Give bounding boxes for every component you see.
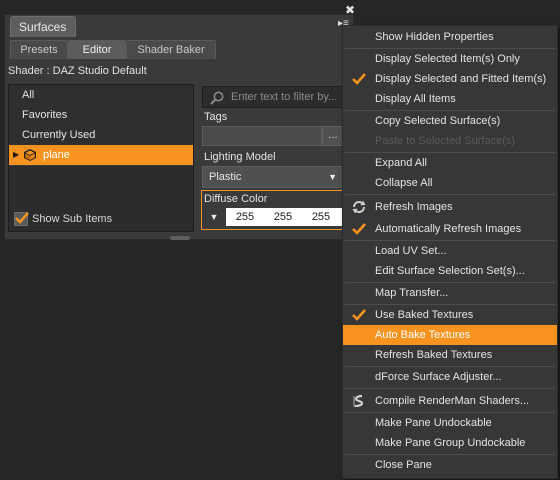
shader-label: Shader : DAZ Studio Default — [8, 65, 147, 77]
menu-item-refresh-baked-textures[interactable]: Refresh Baked Textures — [343, 345, 557, 365]
list-item-favorites[interactable]: Favorites — [9, 105, 193, 126]
menu-item-paste-surfaces: Paste to Selected Surface(s) — [375, 135, 516, 147]
menu-item-refresh-images[interactable]: Refresh Images — [343, 197, 557, 217]
tags-field[interactable] — [202, 126, 322, 146]
menu-item-dforce-surface-adjuster[interactable]: dForce Surface Adjuster... — [343, 367, 557, 387]
menu-item-display-all[interactable]: Display All Items — [343, 89, 557, 109]
cube-icon — [24, 149, 36, 161]
tab-presets[interactable]: Presets — [10, 40, 68, 59]
menu-separator — [345, 388, 555, 389]
menu-separator — [345, 194, 555, 195]
diffuse-blue-value[interactable]: 255 — [306, 208, 336, 226]
menu-item-copy-surfaces[interactable]: Copy Selected Surface(s) — [343, 111, 557, 131]
tab-shader-baker[interactable]: Shader Baker — [126, 40, 216, 59]
menu-item-compile-renderman[interactable]: Compile RenderMan Shaders... — [343, 391, 557, 411]
tags-browse-button[interactable]: ... — [322, 126, 344, 146]
lighting-model-value: Plastic — [209, 171, 242, 183]
show-sub-items-label: Show Sub Items — [32, 213, 113, 225]
check-icon — [352, 309, 366, 321]
check-icon — [352, 73, 366, 85]
checkbox[interactable] — [14, 212, 29, 227]
renderman-icon — [353, 394, 364, 408]
menu-item-make-pane-undockable[interactable]: Make Pane Undockable — [343, 413, 557, 433]
menu-item-display-selected-only[interactable]: Display Selected Item(s) Only — [343, 49, 557, 69]
menu-item-map-transfer[interactable]: Map Transfer... — [343, 283, 557, 303]
menu-item-expand-all[interactable]: Expand All — [343, 153, 557, 173]
lighting-model-select[interactable]: Plastic ▼ — [202, 166, 344, 188]
list-item-label: plane — [43, 149, 70, 161]
menu-item-make-pane-group-undockable[interactable]: Make Pane Group Undockable — [343, 433, 557, 453]
menu-item-collapse-all[interactable]: Collapse All — [343, 173, 557, 193]
menu-item-edit-selection-sets[interactable]: Edit Surface Selection Set(s)... — [343, 261, 557, 281]
menu-item-use-baked-textures[interactable]: Use Baked Textures — [343, 305, 557, 325]
check-icon — [15, 212, 29, 224]
list-item-currently-used[interactable]: Currently Used — [9, 125, 193, 146]
pane-resize-handle[interactable] — [170, 236, 190, 240]
menu-item-auto-refresh-images[interactable]: Automatically Refresh Images — [343, 219, 557, 239]
tags-label: Tags — [204, 111, 228, 123]
diffuse-color-swatch[interactable]: 255 255 255 — [226, 208, 342, 226]
list-item-all[interactable]: All — [9, 85, 193, 106]
menu-item-close-pane[interactable]: Close Pane — [343, 455, 557, 475]
menu-item-show-hidden-properties[interactable]: Show Hidden Properties — [343, 27, 557, 47]
context-menu: Show Hidden Properties Display Selected … — [342, 25, 558, 479]
filter-field — [202, 86, 347, 108]
refresh-icon — [352, 200, 366, 214]
menu-item-load-uv-set[interactable]: Load UV Set... — [343, 241, 557, 261]
diffuse-green-value[interactable]: 255 — [268, 208, 298, 226]
close-icon[interactable]: ✖ — [344, 4, 356, 16]
menu-item-auto-bake-textures[interactable]: Auto Bake Textures — [343, 325, 557, 345]
diffuse-expand-icon[interactable]: ▼ — [204, 208, 224, 226]
show-sub-items-checkbox[interactable]: Show Sub Items — [14, 210, 112, 228]
diffuse-red-value[interactable]: 255 — [230, 208, 260, 226]
filter-input[interactable] — [229, 87, 347, 107]
tab-editor[interactable]: Editor — [68, 40, 126, 59]
search-icon — [210, 91, 224, 105]
dropdown-arrow-icon: ▼ — [328, 172, 337, 182]
diffuse-color-label: Diffuse Color — [204, 193, 268, 205]
expand-arrow-icon[interactable]: ▶ — [13, 145, 19, 165]
check-icon — [352, 223, 366, 235]
pane-tab-surfaces[interactable]: Surfaces — [10, 16, 76, 37]
list-item-plane[interactable]: ▶ plane — [9, 145, 193, 166]
lighting-model-label: Lighting Model — [204, 151, 276, 163]
menu-item-display-selected-fitted[interactable]: Display Selected and Fitted Item(s) — [343, 69, 557, 89]
